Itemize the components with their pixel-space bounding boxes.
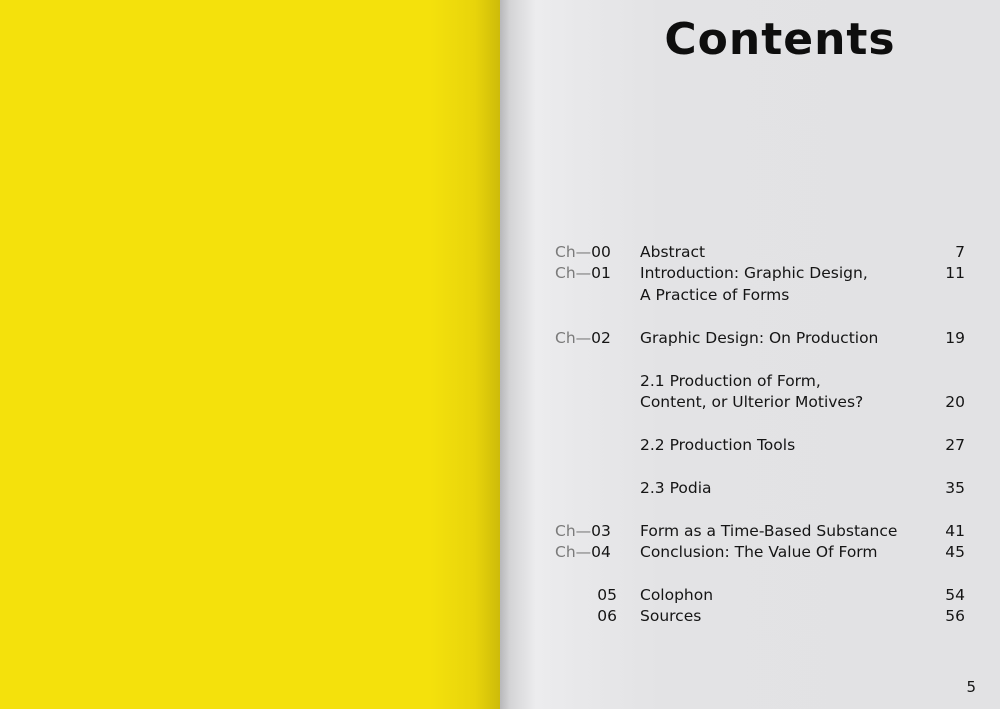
entry-title-line2: Content, or Ulterior Motives? xyxy=(640,393,864,411)
section-number: 06 xyxy=(597,607,617,625)
entry-page-number: 27 xyxy=(945,436,965,454)
toc-entry-ch02: Ch—02 Graphic Design: On Production 19 xyxy=(0,327,1000,349)
page-folio-number: 5 xyxy=(966,678,976,696)
toc-entry-2-3: 2.3 Podia 35 xyxy=(0,477,1000,499)
entry-page-number: 19 xyxy=(945,329,965,347)
chapter-label: Ch—04 xyxy=(555,543,611,561)
chapter-label: Ch—00 xyxy=(555,243,611,261)
entry-title: 2.3 Podia xyxy=(640,479,712,497)
toc-entry-ch01: Ch—01 Introduction: Graphic Design, 11 xyxy=(0,262,1000,284)
toc-entry-2-1: 2.1 Production of Form, xyxy=(0,370,1000,392)
toc-entry-ch04: Ch—04 Conclusion: The Value Of Form 45 xyxy=(0,541,1000,563)
entry-title: 2.2 Production Tools xyxy=(640,436,796,454)
toc-entry-06: 06 Sources 56 xyxy=(0,605,1000,627)
entry-title: Sources xyxy=(640,607,702,625)
toc-entry-05: 05 Colophon 54 xyxy=(0,584,1000,606)
entry-page-number: 7 xyxy=(955,243,965,261)
toc-entry-ch03: Ch—03 Form as a Time-Based Substance 41 xyxy=(0,520,1000,542)
entry-page-number: 11 xyxy=(945,264,965,282)
chapter-label: Ch—02 xyxy=(555,329,611,347)
entry-page-number: 41 xyxy=(945,522,965,540)
toc-entry-ch00: Ch—00 Abstract 7 xyxy=(0,241,1000,263)
chapter-label: Ch—03 xyxy=(555,522,611,540)
entry-page-number: 54 xyxy=(945,586,965,604)
entry-title: 2.1 Production of Form, xyxy=(640,372,821,390)
entry-title: Form as a Time-Based Substance xyxy=(640,522,898,540)
entry-title: Colophon xyxy=(640,586,714,604)
entry-title: Abstract xyxy=(640,243,706,261)
entry-page-number: 56 xyxy=(945,607,965,625)
entry-title-line2: A Practice of Forms xyxy=(640,286,790,304)
section-number: 05 xyxy=(597,586,617,604)
table-of-contents: Ch—00 Abstract 7 Ch—01 Introduction: Gra… xyxy=(0,0,1000,709)
toc-entry-2-1-continued: Content, or Ulterior Motives? 20 xyxy=(0,391,1000,413)
entry-title: Graphic Design: On Production xyxy=(640,329,879,347)
toc-entry-ch01-continued: A Practice of Forms xyxy=(0,284,1000,306)
chapter-label: Ch—01 xyxy=(555,264,611,282)
entry-title: Introduction: Graphic Design, xyxy=(640,264,868,282)
entry-page-number: 35 xyxy=(945,479,965,497)
entry-page-number: 45 xyxy=(945,543,965,561)
entry-title: Conclusion: The Value Of Form xyxy=(640,543,878,561)
toc-entry-2-2: 2.2 Production Tools 27 xyxy=(0,434,1000,456)
entry-page-number: 20 xyxy=(945,393,965,411)
